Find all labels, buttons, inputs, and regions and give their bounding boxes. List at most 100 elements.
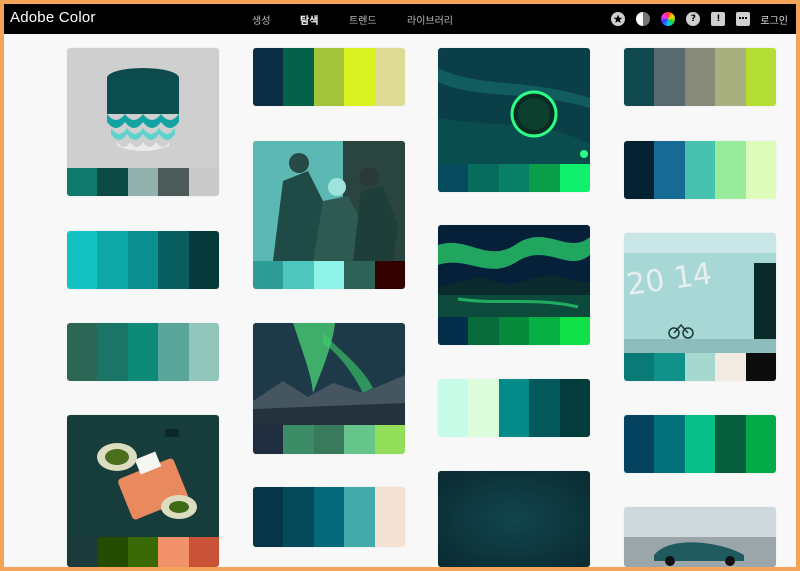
palette-card[interactable] — [253, 48, 405, 106]
color-swatch[interactable] — [283, 487, 314, 547]
color-swatch[interactable] — [158, 537, 189, 567]
feedback-icon[interactable]: ! — [711, 12, 726, 26]
color-swatch[interactable] — [127, 231, 159, 289]
palette-card[interactable] — [438, 379, 590, 437]
color-swatch[interactable] — [684, 415, 716, 473]
help-icon[interactable]: ? — [686, 12, 701, 26]
color-swatch[interactable] — [344, 261, 375, 289]
color-swatch[interactable] — [374, 425, 405, 454]
color-swatch[interactable] — [158, 231, 189, 289]
star-icon[interactable] — [611, 12, 626, 26]
color-swatch[interactable] — [715, 48, 746, 106]
color-swatch[interactable] — [529, 164, 560, 192]
palette-card[interactable] — [624, 415, 776, 473]
color-swatch[interactable] — [715, 353, 746, 381]
palette-card[interactable] — [438, 225, 590, 345]
color-swatch[interactable] — [438, 317, 469, 345]
color-swatch[interactable] — [438, 379, 469, 437]
color-swatch[interactable] — [684, 353, 716, 381]
palette-card[interactable] — [253, 323, 405, 454]
tab-create[interactable]: 생성 — [252, 12, 270, 27]
color-swatch[interactable] — [715, 415, 746, 473]
color-swatch[interactable] — [529, 379, 560, 437]
color-swatch[interactable] — [374, 261, 405, 289]
palette-card[interactable] — [253, 487, 405, 547]
color-swatch[interactable] — [97, 231, 128, 289]
color-swatch[interactable] — [684, 48, 716, 106]
color-swatch[interactable] — [158, 323, 189, 381]
color-swatch[interactable] — [188, 231, 219, 289]
color-swatch[interactable] — [654, 141, 685, 199]
tab-trends[interactable]: 트렌드 — [349, 12, 377, 27]
palette-card[interactable] — [624, 48, 776, 106]
color-swatch[interactable] — [97, 323, 128, 381]
color-swatch[interactable] — [654, 353, 685, 381]
palette-card[interactable]: 20 14 — [624, 233, 776, 381]
palette-card[interactable] — [67, 231, 219, 289]
color-swatch[interactable] — [498, 317, 530, 345]
tab-libraries[interactable]: 라이브러리 — [407, 12, 453, 27]
color-swatch[interactable] — [97, 537, 128, 567]
color-swatch[interactable] — [313, 261, 345, 289]
color-swatch[interactable] — [158, 168, 189, 196]
color-swatch[interactable] — [654, 415, 685, 473]
color-swatch[interactable] — [468, 317, 499, 345]
color-swatch[interactable] — [67, 323, 98, 381]
color-swatch[interactable] — [624, 48, 655, 106]
color-swatch[interactable] — [127, 323, 159, 381]
color-swatch[interactable] — [715, 141, 746, 199]
palette-card[interactable] — [438, 471, 590, 567]
color-swatch[interactable] — [559, 164, 590, 192]
color-swatch[interactable] — [127, 168, 159, 196]
palette-card[interactable] — [67, 415, 219, 567]
color-swatch[interactable] — [624, 353, 655, 381]
color-swatch[interactable] — [344, 425, 375, 454]
color-swatch[interactable] — [745, 353, 776, 381]
color-swatch[interactable] — [344, 48, 375, 106]
palette-card[interactable] — [253, 141, 405, 289]
palette-card[interactable] — [438, 48, 590, 192]
color-swatch[interactable] — [283, 261, 314, 289]
color-swatch[interactable] — [468, 164, 499, 192]
color-swatch[interactable] — [313, 487, 345, 547]
color-swatch[interactable] — [684, 141, 716, 199]
color-swatch[interactable] — [253, 48, 284, 106]
color-swatch[interactable] — [253, 487, 284, 547]
color-swatch[interactable] — [127, 537, 159, 567]
color-swatch[interactable] — [654, 48, 685, 106]
color-swatch[interactable] — [559, 317, 590, 345]
color-swatch[interactable] — [745, 48, 776, 106]
color-swatch[interactable] — [283, 48, 314, 106]
color-swatch[interactable] — [313, 425, 345, 454]
palette-card[interactable] — [67, 323, 219, 381]
color-swatch[interactable] — [559, 379, 590, 437]
palette-card[interactable] — [624, 507, 776, 567]
color-swatch[interactable] — [745, 415, 776, 473]
login-link[interactable]: 로그인 — [760, 12, 788, 27]
color-swatch[interactable] — [67, 537, 98, 567]
color-swatch[interactable] — [745, 141, 776, 199]
color-swatch[interactable] — [498, 379, 530, 437]
chat-icon[interactable] — [736, 12, 751, 26]
color-swatch[interactable] — [344, 487, 375, 547]
color-swatch[interactable] — [374, 48, 405, 106]
color-swatch[interactable] — [438, 164, 469, 192]
color-swatch[interactable] — [313, 48, 345, 106]
color-swatch[interactable] — [188, 537, 219, 567]
tab-explore[interactable]: 탐색 — [300, 12, 318, 27]
color-swatch[interactable] — [624, 415, 655, 473]
color-swatch[interactable] — [624, 141, 655, 199]
color-wheel-icon[interactable] — [661, 12, 676, 26]
color-swatch[interactable] — [67, 168, 98, 196]
contrast-icon[interactable] — [636, 12, 651, 26]
color-swatch[interactable] — [67, 231, 98, 289]
color-swatch[interactable] — [97, 168, 128, 196]
color-swatch[interactable] — [283, 425, 314, 454]
color-swatch[interactable] — [253, 425, 284, 454]
color-swatch[interactable] — [498, 164, 530, 192]
color-swatch[interactable] — [468, 379, 499, 437]
color-swatch[interactable] — [188, 168, 219, 196]
palette-card[interactable] — [67, 48, 219, 196]
color-swatch[interactable] — [529, 317, 560, 345]
color-swatch[interactable] — [374, 487, 405, 547]
